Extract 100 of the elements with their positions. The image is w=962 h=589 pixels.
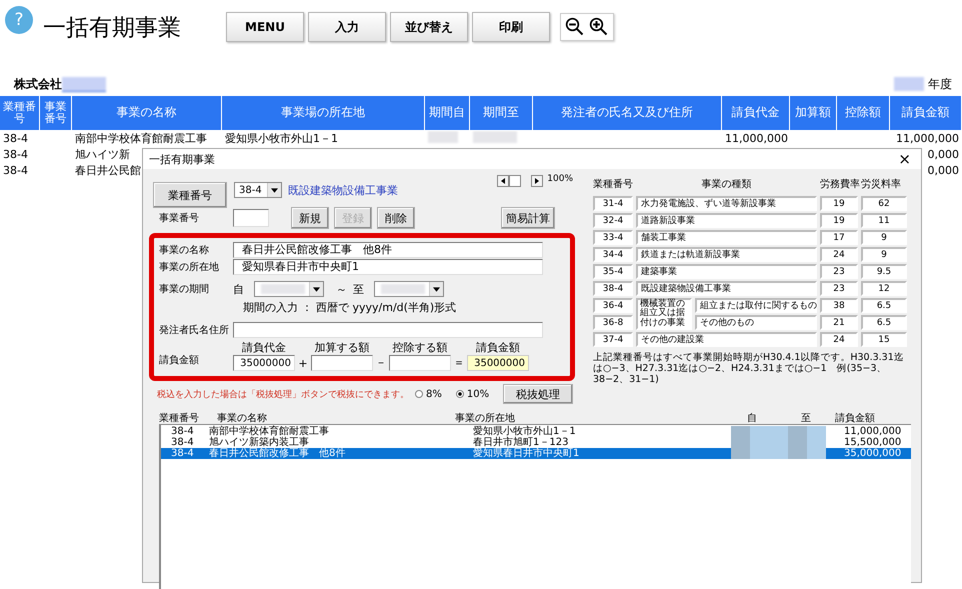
amount-caption: 請負金額 [476,340,520,355]
tax-button[interactable]: 税抜処理 [503,384,573,404]
amount-caption: 請負代金 [242,340,286,355]
table-cell: 6.5 [861,298,907,313]
table-cell: 24 [820,247,858,262]
table-cell: 23 [820,264,858,279]
table-cell: 11 [861,213,907,228]
calc-button[interactable]: 簡易計算 [501,207,555,229]
table-cell: 11,000,000 [725,132,788,144]
column-header: 事業場の所在地 [222,96,425,130]
amount-field[interactable] [389,355,451,371]
date-select[interactable] [374,281,444,297]
table-cell: 32-4 [593,213,633,228]
input-field[interactable] [233,322,543,338]
table-cell: 24 [820,332,858,347]
action-button[interactable]: 削除 [377,207,415,229]
zoom-out-icon[interactable] [565,17,585,37]
column-header: 労災料率 [861,179,902,191]
table-cell: 0,000 [928,164,959,176]
input-field[interactable]: 愛知県春日井市中央町1 [233,258,543,274]
table-cell: 愛知県小牧市外山1－1 [225,132,338,144]
list-row[interactable]: 38-4 南部中学校体育館耐震工事 愛知県小牧市外山1－1 11,000,000 [161,426,911,437]
tax-note: 税込を入力した場合は「税抜処理」ボタンで税抜にできます。 [156,388,410,400]
table-cell-text: 38-4 [2,164,29,176]
table-cell: 0,000 [928,148,959,160]
table-cell: その他のもの [695,315,817,330]
from-label: 自 [233,282,244,296]
column-header: 加算額 [790,96,837,130]
amount-caption: 加算する額 [314,340,370,355]
field-label: 請負金額 [158,354,200,368]
rate-note: 上記業種番号はすべて事業開始時期がH30.4.1以降です。H30.3.31迄は○−3、H27.3.31迄は○−2、H24.3.31までは○−1 例(35−3、38−2、31−1) [593,353,905,386]
table-cell: 62 [861,196,907,211]
input-field[interactable]: 春日井公民館改修工事 他8件 [233,242,543,258]
period-hint: 期間の入力 ： 西暦で yyyy/m/d(半角)形式 [242,300,458,316]
redacted-block [473,130,517,142]
column-header: 発注者の氏名又及び住所 [533,96,722,130]
column-header: 労務費率 [820,179,858,191]
zoom-scrollbar[interactable] [497,175,544,187]
table-cell: 19 [820,196,858,211]
table-cell: 31-4 [593,196,633,211]
redacted-block [261,284,305,294]
table-cell: 23 [820,281,858,296]
right-arrow-icon [535,178,540,184]
table-cell: 南部中学校体育館耐震工事 [75,132,207,144]
dropdown-icon [271,188,278,192]
field-label: 事業の所在地 [158,260,220,274]
field-label: 事業の名称 [158,244,210,256]
category-name: 既設建築物設備工事業 [288,182,398,198]
amount-caption: 控除する額 [392,340,448,355]
operator-sign: － [374,355,388,371]
field-label: 発注者氏名住所 [158,324,230,336]
tax-radio[interactable]: 10% [456,388,490,400]
action-button[interactable]: 新規 [291,207,329,229]
column-header: 請負金額 [890,96,962,130]
table-cell: 建築事業 [636,264,817,279]
table-cell: 9 [861,247,907,262]
table-cell: 既設建築物設備工事業 [636,281,817,296]
table-cell: 38-4 [593,281,633,296]
table-cell: 38 [820,298,858,313]
list-row[interactable]: 38-4 旭ハイツ新築内装工事 春日井市旭町1－123 15,500,000 [161,437,911,448]
table-cell-text: 38-4 [2,132,29,144]
table-cell: 33-4 [593,230,633,245]
category-button[interactable]: 業種番号 [153,182,227,208]
operator-sign: ＝ [452,355,466,371]
redacted-block [381,284,425,294]
zoom-in-icon[interactable] [589,17,609,37]
field-label: 事業の期間 [158,282,210,296]
column-header: 自 [746,412,758,423]
toolbar-button[interactable]: 印刷 [472,12,550,42]
table-cell: 11,000,000 [896,132,959,144]
table-cell: 34-4 [593,247,633,262]
table-cell: 35-4 [593,264,633,279]
table-cell: 36-8 [593,315,633,330]
table-cell: 37-4 [593,332,633,347]
to-label: 至 [353,282,364,296]
toolbar-button[interactable]: 入力 [308,12,386,42]
column-header: 事業の種類 [700,179,752,191]
toolbar-button[interactable]: MENU [226,12,304,42]
date-select[interactable] [254,281,324,297]
amount-field[interactable]: 35000000 [467,355,529,371]
close-button[interactable]: × [892,150,917,168]
toolbar-button[interactable]: 並び替え [390,12,468,42]
column-header: 事業番号 [40,96,72,130]
input-field[interactable] [233,209,269,227]
table-cell: 旭ハイツ新 [75,148,130,160]
table-cell: 舗装工事業 [636,230,817,245]
column-header: 事業の所在地 [455,412,516,423]
amount-field[interactable]: 35000000 [233,355,295,371]
table-cell: 19 [820,213,858,228]
field-label: 事業番号 [158,212,200,225]
table-cell: 鉄道または軌道新設事業 [636,247,817,262]
table-cell: 組立または取付に関するもの [695,298,817,313]
company-name: 株式会社 [14,76,62,92]
tax-radio[interactable]: 8% [415,388,442,400]
operator-sign: + [297,357,309,371]
zoom-level: 100% [547,174,573,184]
category-select[interactable]: 38-4 [234,182,282,198]
redacted-block [894,77,924,91]
table-cell: 6.5 [861,315,907,330]
amount-field[interactable] [311,355,373,371]
